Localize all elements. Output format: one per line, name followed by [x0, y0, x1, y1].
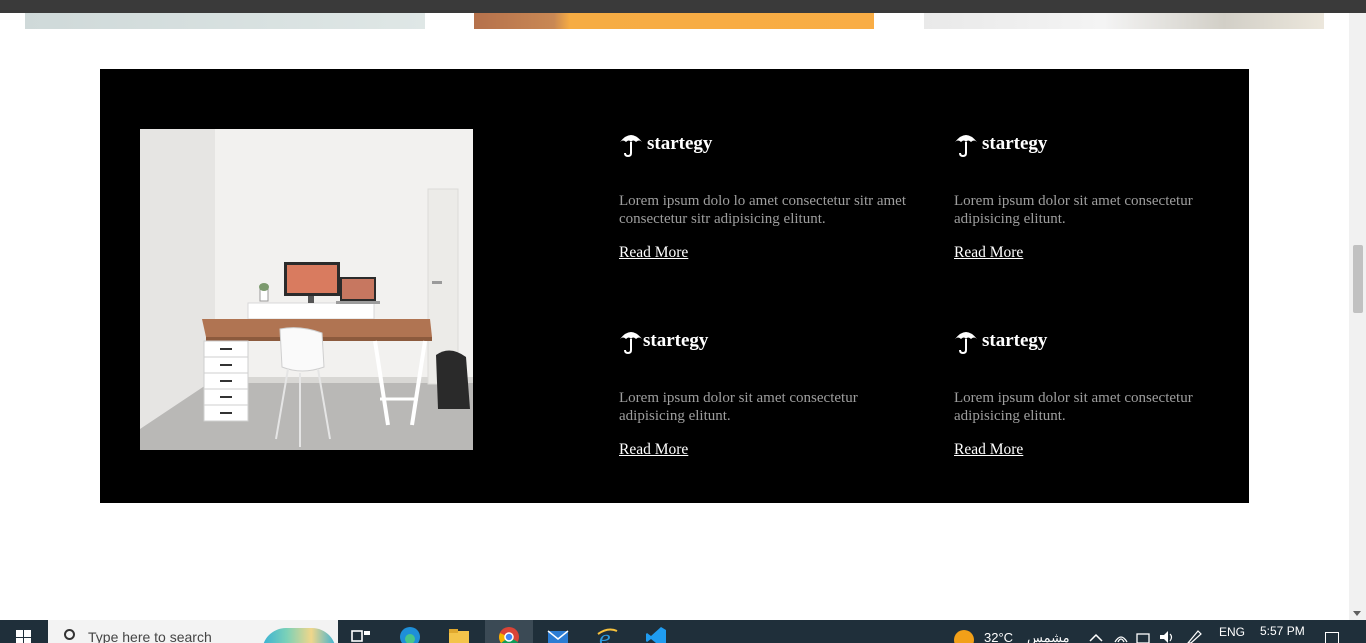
edge-icon[interactable]: [399, 625, 421, 643]
desk-workspace-image: [140, 129, 473, 450]
feature-description: Lorem ipsum dolor sit amet consectetur a…: [619, 390, 858, 424]
weather-temperature[interactable]: 32°C: [984, 630, 1013, 643]
mail-icon[interactable]: [547, 625, 569, 643]
notifications-icon[interactable]: [1325, 632, 1339, 643]
chrome-icon[interactable]: [498, 625, 520, 643]
feature-card-2: startegy Lorem ipsum dolor sit amet cons…: [954, 129, 1254, 262]
search-highlight-image: [262, 628, 336, 643]
battery-icon[interactable]: [1136, 630, 1152, 643]
umbrella-icon: [620, 135, 642, 157]
weather-condition[interactable]: مشمس: [1027, 630, 1070, 643]
feature-description: Lorem ipsum dolo lo amet consectetur sit…: [619, 193, 907, 227]
strategy-section: startegy Lorem ipsum dolo lo amet consec…: [100, 69, 1249, 503]
network-icon[interactable]: [1113, 630, 1129, 643]
umbrella-icon: [955, 332, 977, 354]
feature-header: startegy: [954, 326, 1254, 356]
read-more-link[interactable]: Read More: [619, 441, 688, 459]
search-icon: [64, 629, 75, 640]
umbrella-icon: [620, 332, 642, 354]
windows-start-icon[interactable]: [16, 630, 32, 643]
feature-title: startegy: [643, 330, 709, 351]
volume-icon[interactable]: [1159, 630, 1175, 643]
internet-explorer-icon[interactable]: e: [596, 625, 618, 643]
scroll-down-arrow-icon[interactable]: [1353, 611, 1361, 616]
task-view-icon[interactable]: [350, 625, 372, 643]
feature-description: Lorem ipsum dolor sit amet consectetur a…: [954, 193, 1193, 227]
feature-card-4: startegy Lorem ipsum dolor sit amet cons…: [954, 326, 1254, 459]
read-more-link[interactable]: Read More: [954, 441, 1023, 459]
feature-header: startegy: [619, 326, 919, 356]
read-more-link[interactable]: Read More: [954, 244, 1023, 262]
feature-title: startegy: [982, 133, 1048, 154]
language-indicator[interactable]: ENG: [1219, 625, 1245, 639]
top-card-image-1[interactable]: [25, 13, 425, 29]
weather-sun-icon[interactable]: [954, 630, 974, 643]
top-card-image-3[interactable]: [924, 13, 1324, 29]
browser-top-edge: [0, 0, 1366, 13]
feature-title: startegy: [647, 133, 713, 154]
windows-taskbar: Type here to search e 32°C مشمس ENG 5:57…: [0, 620, 1366, 643]
feature-header: startegy: [954, 129, 1254, 159]
file-explorer-icon[interactable]: [448, 625, 470, 643]
chevron-up-icon[interactable]: [1088, 632, 1104, 643]
feature-description: Lorem ipsum dolor sit amet consectetur a…: [954, 390, 1193, 424]
umbrella-icon: [955, 135, 977, 157]
vscode-icon[interactable]: [645, 625, 667, 643]
feature-card-3: startegy Lorem ipsum dolor sit amet cons…: [619, 326, 919, 459]
feature-title: startegy: [982, 330, 1048, 351]
read-more-link[interactable]: Read More: [619, 244, 688, 262]
pen-icon[interactable]: [1186, 630, 1202, 643]
feature-card-1: startegy Lorem ipsum dolo lo amet consec…: [619, 129, 919, 262]
scrollbar-thumb[interactable]: [1353, 245, 1363, 313]
search-placeholder: Type here to search: [88, 629, 212, 643]
clock-time[interactable]: 5:57 PM: [1260, 624, 1305, 638]
feature-header: startegy: [619, 129, 919, 159]
page-scrollbar[interactable]: [1349, 13, 1366, 620]
top-card-image-2[interactable]: [474, 13, 874, 29]
taskbar-search-box[interactable]: Type here to search: [48, 620, 338, 643]
svg-text:e: e: [599, 626, 611, 643]
